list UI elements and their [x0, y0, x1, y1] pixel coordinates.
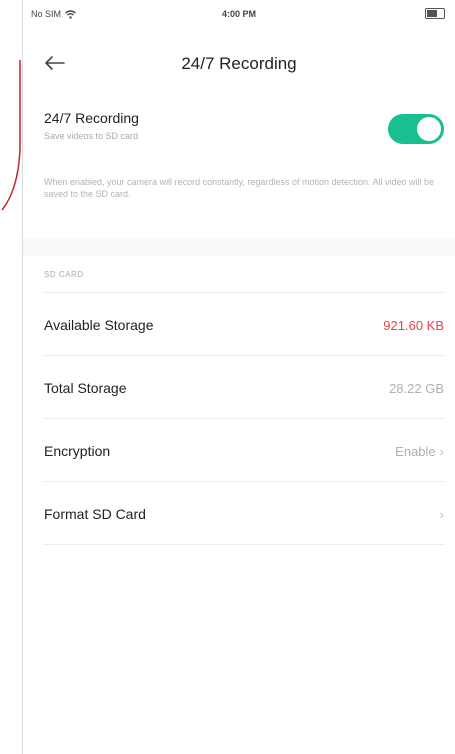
- row-value: 921.60 KB: [383, 318, 444, 333]
- toggle-knob: [417, 117, 441, 141]
- battery-icon: [425, 8, 445, 19]
- phone-screen: No SIM 4:00 PM 24/7 Recording 24/7 Recor…: [23, 0, 455, 754]
- row-value-wrap: ›: [436, 507, 444, 522]
- page-title: 24/7 Recording: [181, 54, 297, 73]
- sd-card-section-label: SD CARD: [44, 270, 84, 279]
- row-label: Encryption: [44, 443, 111, 459]
- row-value: 28.22 GB: [389, 381, 444, 396]
- recording-title: 24/7 Recording: [44, 110, 139, 126]
- status-right: [425, 8, 445, 19]
- status-bar: No SIM 4:00 PM: [23, 0, 455, 30]
- chevron-right-icon: ›: [439, 444, 444, 459]
- format-sd-card-row[interactable]: Format SD Card ›: [44, 481, 444, 545]
- annotation-curve: [1, 60, 21, 211]
- total-storage-row: Total Storage 28.22 GB: [44, 355, 444, 418]
- row-label: Format SD Card: [44, 506, 146, 522]
- section-separator: [23, 238, 455, 256]
- nav-bar: 24/7 Recording: [23, 38, 455, 88]
- row-label: Total Storage: [44, 380, 127, 396]
- recording-description: When enabled, your camera will record co…: [44, 177, 435, 199]
- row-value: Enable: [395, 444, 436, 459]
- status-time: 4:00 PM: [221, 9, 256, 19]
- row-label: Available Storage: [44, 317, 154, 333]
- row-value-wrap: Enable ›: [395, 444, 444, 459]
- recording-setting-row: 24/7 Recording Save videos to SD card: [44, 110, 444, 154]
- recording-toggle[interactable]: [388, 114, 444, 144]
- chevron-right-icon: ›: [439, 507, 444, 522]
- recording-subtitle: Save videos to SD card: [44, 131, 139, 141]
- available-storage-row: Available Storage 921.60 KB: [44, 292, 444, 355]
- sd-card-list: Available Storage 921.60 KB Total Storag…: [44, 292, 444, 545]
- encryption-row[interactable]: Encryption Enable ›: [44, 418, 444, 481]
